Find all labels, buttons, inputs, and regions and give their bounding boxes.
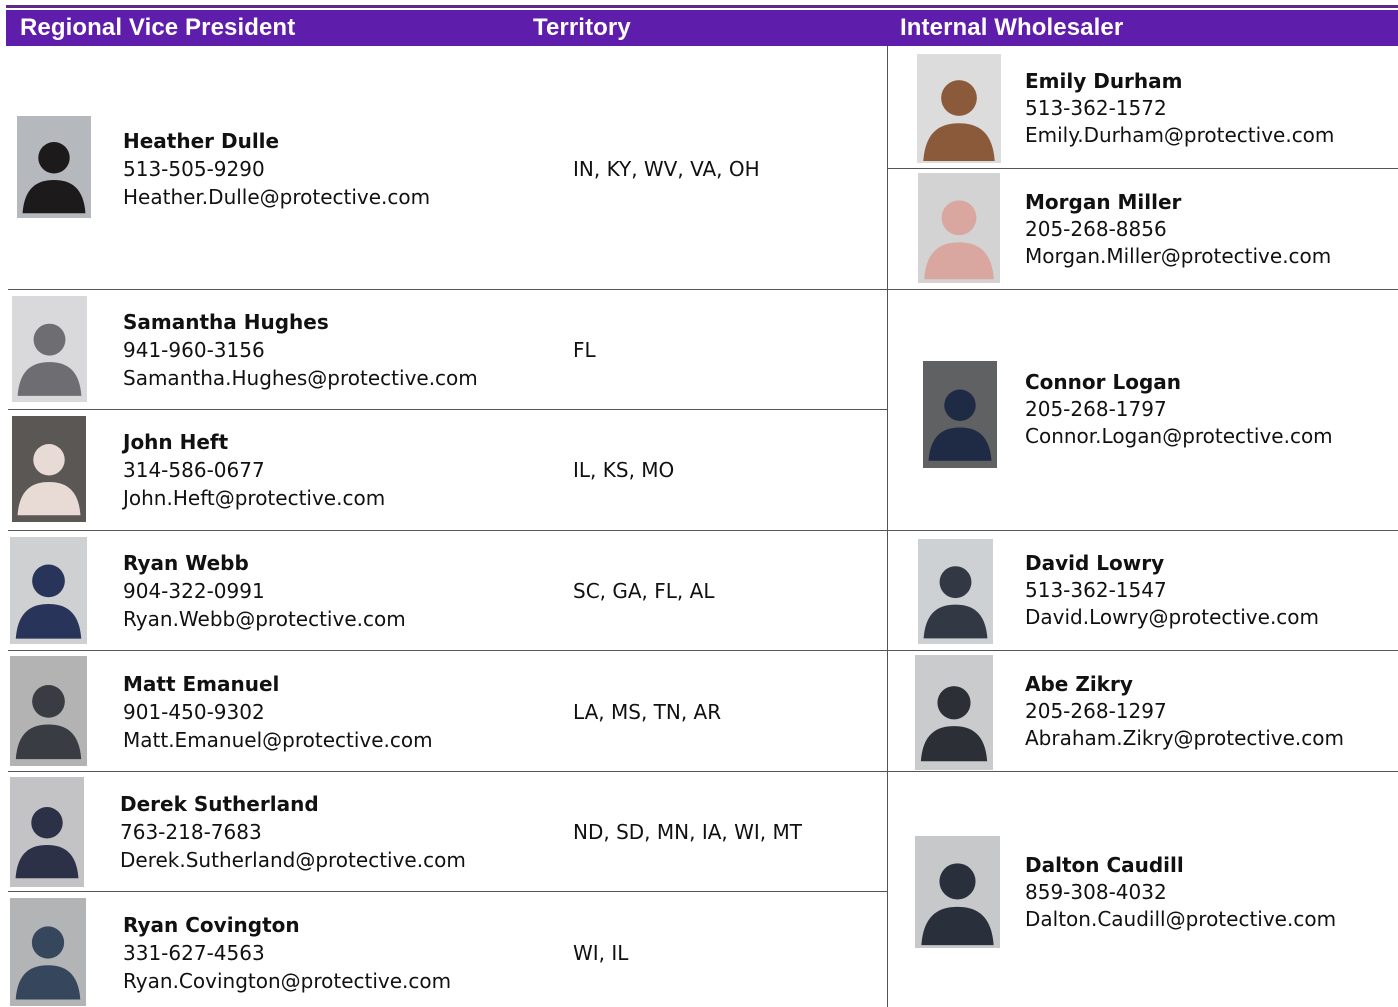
headshot-photo <box>12 296 87 402</box>
table-header: Regional Vice President Territory Intern… <box>6 10 1398 46</box>
iw-name: Abe Zikry <box>1025 672 1133 696</box>
headshot-photo <box>918 539 993 644</box>
row-divider <box>8 650 1398 651</box>
rvp-email[interactable]: Derek.Sutherland@protective.com <box>120 846 466 874</box>
headshot-photo <box>10 898 86 1006</box>
territory-text: IN, KY, WV, VA, OH <box>573 157 760 181</box>
rvp-email[interactable]: Ryan.Covington@protective.com <box>123 967 451 995</box>
rvp-contact: Heather Dulle 513-505-9290 Heather.Dulle… <box>123 127 430 211</box>
rvp-name: John Heft <box>123 430 229 454</box>
row-divider <box>8 409 888 410</box>
iw-contact: Emily Durham 513-362-1572 Emily.Durham@p… <box>1025 68 1334 149</box>
iw-name: Emily Durham <box>1025 69 1183 93</box>
rvp-phone: 331-627-4563 <box>123 941 265 965</box>
iw-contact: Abe Zikry 205-268-1297 Abraham.Zikry@pro… <box>1025 671 1344 752</box>
iw-email[interactable]: David.Lowry@protective.com <box>1025 604 1319 631</box>
headshot-photo <box>10 537 87 644</box>
rvp-contact: Samantha Hughes 941-960-3156 Samantha.Hu… <box>123 308 478 392</box>
rvp-email[interactable]: Matt.Emanuel@protective.com <box>123 726 433 754</box>
header-internal-wholesaler: Internal Wholesaler <box>900 14 1124 41</box>
iw-name: David Lowry <box>1025 551 1165 575</box>
rvp-name: Matt Emanuel <box>123 672 280 696</box>
territory-text: WI, IL <box>573 941 629 965</box>
header-top-rule <box>6 5 1398 8</box>
rvp-phone: 904-322-0991 <box>123 579 265 603</box>
rvp-phone: 513-505-9290 <box>123 157 265 181</box>
territory-text: ND, SD, MN, IA, WI, MT <box>573 820 802 844</box>
headshot-photo <box>923 361 997 468</box>
rvp-phone: 763-218-7683 <box>120 820 262 844</box>
iw-name: Connor Logan <box>1025 370 1181 394</box>
territory-text: SC, GA, FL, AL <box>573 579 715 603</box>
iw-phone: 205-268-1797 <box>1025 397 1167 421</box>
rvp-contact: Ryan Covington 331-627-4563 Ryan.Covingt… <box>123 911 451 995</box>
rvp-phone: 901-450-9302 <box>123 700 265 724</box>
header-rvp: Regional Vice President <box>20 14 296 41</box>
headshot-photo <box>10 656 87 766</box>
iw-contact: Connor Logan 205-268-1797 Connor.Logan@p… <box>1025 369 1333 450</box>
rvp-phone: 314-586-0677 <box>123 458 265 482</box>
iw-email[interactable]: Emily.Durham@protective.com <box>1025 122 1334 149</box>
row-divider <box>888 168 1398 169</box>
headshot-photo <box>10 777 84 887</box>
headshot-photo <box>12 416 86 522</box>
rvp-contact: John Heft 314-586-0677 John.Heft@protect… <box>123 428 385 512</box>
headshot-photo <box>918 173 1000 283</box>
rvp-email[interactable]: John.Heft@protective.com <box>123 484 385 512</box>
rvp-contact: Derek Sutherland 763-218-7683 Derek.Suth… <box>120 790 466 874</box>
rvp-phone: 941-960-3156 <box>123 338 265 362</box>
rvp-name: Samantha Hughes <box>123 310 329 334</box>
territory-text: LA, MS, TN, AR <box>573 700 722 724</box>
iw-email[interactable]: Morgan.Miller@protective.com <box>1025 243 1331 270</box>
iw-phone: 205-268-1297 <box>1025 699 1167 723</box>
rvp-name: Derek Sutherland <box>120 792 319 816</box>
territory-text: FL <box>573 338 596 362</box>
rvp-email[interactable]: Heather.Dulle@protective.com <box>123 183 430 211</box>
iw-phone: 205-268-8856 <box>1025 217 1167 241</box>
rvp-email[interactable]: Samantha.Hughes@protective.com <box>123 364 478 392</box>
iw-contact: David Lowry 513-362-1547 David.Lowry@pro… <box>1025 550 1319 631</box>
column-divider <box>887 46 888 1007</box>
iw-email[interactable]: Abraham.Zikry@protective.com <box>1025 725 1344 752</box>
row-divider <box>8 771 1398 772</box>
iw-email[interactable]: Connor.Logan@protective.com <box>1025 423 1333 450</box>
header-territory: Territory <box>533 14 631 41</box>
iw-contact: Morgan Miller 205-268-8856 Morgan.Miller… <box>1025 189 1331 270</box>
iw-contact: Dalton Caudill 859-308-4032 Dalton.Caudi… <box>1025 852 1336 933</box>
rvp-email[interactable]: Ryan.Webb@protective.com <box>123 605 406 633</box>
rvp-contact: Matt Emanuel 901-450-9302 Matt.Emanuel@p… <box>123 670 433 754</box>
row-divider <box>8 891 888 892</box>
iw-name: Dalton Caudill <box>1025 853 1184 877</box>
headshot-photo <box>917 54 1001 163</box>
rvp-name: Heather Dulle <box>123 129 280 153</box>
headshot-photo <box>915 655 993 770</box>
iw-name: Morgan Miller <box>1025 190 1182 214</box>
headshot-photo <box>17 116 91 218</box>
row-divider <box>8 289 1398 290</box>
row-divider <box>8 530 1398 531</box>
iw-email[interactable]: Dalton.Caudill@protective.com <box>1025 906 1336 933</box>
rvp-name: Ryan Webb <box>123 551 249 575</box>
territory-text: IL, KS, MO <box>573 458 675 482</box>
headshot-photo <box>915 836 1000 948</box>
rvp-contact: Ryan Webb 904-322-0991 Ryan.Webb@protect… <box>123 549 406 633</box>
iw-phone: 513-362-1572 <box>1025 96 1167 120</box>
rvp-name: Ryan Covington <box>123 913 300 937</box>
iw-phone: 859-308-4032 <box>1025 880 1167 904</box>
iw-phone: 513-362-1547 <box>1025 578 1167 602</box>
